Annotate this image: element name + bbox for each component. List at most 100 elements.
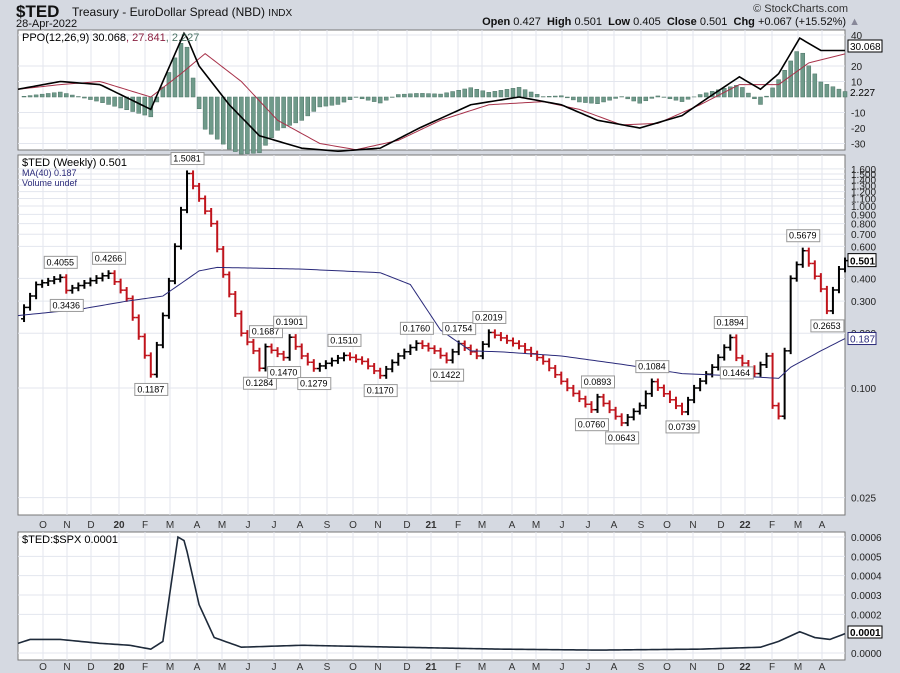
ppo-histogram-bar [58,91,63,98]
ppo-histogram-bar [299,96,304,121]
main-y-tick: 0.100 [851,384,876,395]
ppo-histogram-bar [824,84,830,98]
x-tick-label: O [39,662,47,673]
ppo-histogram-bar [625,96,630,100]
annotation-label: 0.1170 [367,386,394,396]
ppo-histogram-bar [589,96,594,104]
annotation-label: 1.5081 [173,154,201,164]
x-tick-label: J [560,520,565,531]
annotation-label: 0.0893 [584,377,612,387]
ppo-histogram-bar [613,96,618,99]
x-tick-label: 21 [425,520,437,531]
x-tick-label: M [218,662,226,673]
ppo-histogram-bar [486,92,492,98]
main-y-tick: 0.800 [851,220,876,231]
ppo-histogram-bar [643,96,649,102]
ppo-histogram-bar [202,96,208,130]
ppo-histogram-bar [420,93,425,98]
ppo-histogram-bar [112,96,117,107]
x-tick-label: A [297,662,304,673]
x-tick-label: 21 [425,662,437,673]
ppo-histogram-bar [667,96,673,100]
ppo-histogram-bar [697,94,703,98]
ppo-histogram-bar [347,96,353,100]
ppo-legend-ppo: PPO(12,26,9) 30.068 [22,32,126,44]
annotation-label: 0.1510 [330,335,358,345]
annotation-label: 0.1187 [137,384,164,394]
ppo-hist-last-label: 2.227 [850,88,875,99]
main-legend-item: MA(40) 0.187 [22,168,77,178]
x-tick-label: A [819,662,826,673]
ppo-histogram-bar [21,96,27,98]
annotation-label: 0.0739 [668,422,696,432]
x-tick-label: S [638,520,645,531]
ppo-histogram-bar [287,96,292,126]
ratio-y-tick: 0.0002 [851,610,882,621]
main-y-tick: 0.700 [851,230,876,241]
ppo-histogram-bar [27,95,33,98]
x-tick-label: J [272,662,277,673]
ma-last-label: 0.187 [850,335,875,346]
ppo-histogram-bar [100,96,105,103]
x-tick-label: N [63,520,70,531]
ppo-histogram-bar [190,77,196,98]
ppo-histogram-bar [293,96,298,124]
ppo-histogram-bar [752,96,757,100]
x-tick-label: D [717,520,724,531]
ppo-histogram-bar [39,93,45,98]
x-tick-label: S [324,662,331,673]
x-tick-label: O [349,662,357,673]
ppo-histogram-bar [335,96,341,105]
annotation-label: 0.1470 [270,368,298,378]
x-tick-label: D [87,662,94,673]
x-tick-label: M [794,520,802,531]
ppo-histogram-bar [510,88,516,98]
x-tick-label: M [478,520,486,531]
x-tick-label: A [194,662,201,673]
ppo-histogram-bar [528,91,534,98]
ppo-histogram-bar [480,90,486,98]
annotation-label: 0.1279 [300,379,328,389]
ppo-histogram-bar [426,93,431,98]
ppo-histogram-bar [70,94,75,98]
annotation-label: 0.1760 [403,323,431,333]
annotation-label: 0.1901 [276,317,304,327]
ppo-legend-hist: , 2.227 [166,32,200,44]
x-tick-label: N [63,662,70,673]
ppo-histogram-bar [82,96,87,99]
ppo-histogram-bar [794,51,799,98]
x-tick-label: J [246,520,251,531]
annotation-label: 0.1284 [246,378,274,388]
annotation-label: 0.1754 [445,324,473,334]
ppo-histogram-bar [631,96,636,102]
ppo-histogram-bar [830,86,836,98]
ppo-histogram-bar [782,70,787,98]
ppo-histogram-bar [275,96,280,131]
x-tick-label: S [638,662,645,673]
ppo-histogram-bar [655,95,661,98]
x-tick-label: F [142,662,148,673]
ppo-histogram-bar [607,96,612,101]
ppo-histogram-bar [45,93,51,98]
x-tick-label: M [794,662,802,673]
x-tick-label: A [509,520,516,531]
main-y-tick: 0.300 [851,297,876,308]
ppo-histogram-bar [269,96,274,139]
ppo-last-label: 30.068 [850,42,881,53]
ratio-y-tick: 0.0005 [851,552,882,563]
x-tick-label: A [509,662,516,673]
ppo-histogram-bar [788,60,793,98]
x-tick-label: 20 [113,520,125,531]
ppo-histogram-bar [118,96,123,109]
ppo-histogram-bar [758,96,763,105]
x-tick-label: J [560,662,565,673]
x-tick-label: J [586,662,591,673]
ppo-histogram-bar [371,96,377,102]
ppo-y-tick: -10 [851,109,866,120]
ppo-histogram-bar [637,96,643,104]
ppo-histogram-bar [703,92,709,98]
ppo-legend: PPO(12,26,9) 30.068, 27.841, 2.227 [22,32,199,44]
ratio-y-tick: 0.0006 [851,533,882,544]
price-last-label: 0.501 [850,257,875,268]
ppo-histogram-bar [450,91,455,98]
